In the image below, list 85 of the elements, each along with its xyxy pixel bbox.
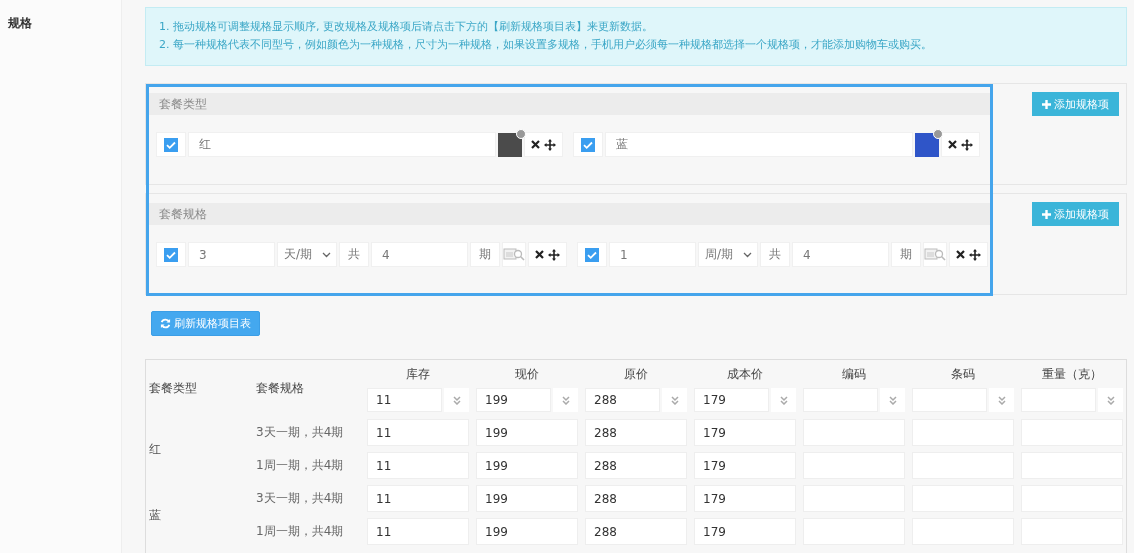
batch-fill-button[interactable] <box>553 388 578 412</box>
batch-input[interactable]: 288 <box>585 388 660 412</box>
double-caret-icon <box>997 395 1006 405</box>
value-input[interactable]: 288 <box>585 452 687 479</box>
delete-icon[interactable] <box>956 250 965 259</box>
batch-fill-button[interactable] <box>771 388 796 412</box>
double-caret-icon <box>561 395 570 405</box>
value-input[interactable]: 179 <box>694 518 796 545</box>
column-header: 套餐类型 <box>149 379 198 397</box>
batch-input[interactable]: 179 <box>694 388 769 412</box>
unit-select[interactable]: 天/期 <box>277 242 337 267</box>
spec-cell-text: 1周一期，共4期 <box>256 457 345 474</box>
value-input[interactable]: 179 <box>694 485 796 512</box>
batch-fill-button[interactable] <box>880 388 905 412</box>
column-header: 现价 <box>514 366 540 383</box>
photo-placeholder <box>498 132 522 157</box>
checkbox[interactable] <box>585 247 599 262</box>
value-input[interactable]: 11 <box>367 485 469 512</box>
prefix-label: 共 <box>760 242 790 267</box>
unit-select[interactable]: 周/期 <box>698 242 758 267</box>
spec-cell-text: 3天一期，共4期 <box>256 490 345 507</box>
spec-cell-text: 1周一期，共4期 <box>256 523 345 540</box>
refresh-icon <box>160 318 171 329</box>
period-count-input[interactable]: 4 <box>371 242 468 267</box>
move-icon[interactable] <box>969 248 981 261</box>
double-caret-icon <box>779 395 788 405</box>
checkbox[interactable] <box>581 137 595 152</box>
value-input[interactable]: 179 <box>694 452 796 479</box>
value-input[interactable]: 199 <box>476 518 578 545</box>
column-header: 条码 <box>950 366 976 383</box>
value-input[interactable]: 11 <box>367 518 469 545</box>
notice-text: 1. 拖动规格可调整规格显示顺序, 更改规格及规格项后请点击下方的【刷新规格项目表】来更新数据。 <box>159 19 654 35</box>
delete-icon[interactable] <box>535 250 544 259</box>
move-icon[interactable] <box>548 248 560 261</box>
section-label: 规格 <box>8 16 32 30</box>
value-input[interactable]: 288 <box>585 419 687 446</box>
suffix-label: 期 <box>891 242 921 267</box>
period-value-input[interactable]: 3 <box>188 242 275 267</box>
delete-icon[interactable] <box>948 140 957 149</box>
value-input[interactable]: 199 <box>476 452 578 479</box>
checkbox[interactable] <box>164 247 178 262</box>
period-value-input[interactable]: 1 <box>609 242 696 267</box>
column-header: 成本价 <box>726 366 764 383</box>
value-input[interactable]: 199 <box>476 419 578 446</box>
suffix-label: 期 <box>470 242 500 267</box>
caret-icon <box>743 251 752 258</box>
column-header: 编码 <box>841 366 867 383</box>
caret-icon <box>322 251 331 258</box>
value-input[interactable]: 199 <box>476 485 578 512</box>
move-icon[interactable] <box>961 138 973 151</box>
spec-item-input[interactable]: 红 <box>188 132 496 157</box>
prefix-label: 共 <box>339 242 369 267</box>
spec-cell-text: 3天一期，共4期 <box>256 424 345 441</box>
checkbox[interactable] <box>164 137 178 152</box>
batch-fill-button[interactable] <box>989 388 1014 412</box>
batch-fill-button[interactable] <box>662 388 687 412</box>
column-header: 套餐规格 <box>256 379 305 397</box>
value-input[interactable]: 288 <box>585 485 687 512</box>
batch-fill-button[interactable] <box>1098 388 1123 412</box>
value-input[interactable]: 11 <box>367 452 469 479</box>
batch-input[interactable]: 11 <box>367 388 442 412</box>
batch-fill-button[interactable] <box>444 388 469 412</box>
spec-item-input[interactable]: 蓝 <box>605 132 913 157</box>
double-caret-icon <box>670 395 679 405</box>
group-title: 套餐类型 <box>148 93 990 115</box>
batch-input[interactable]: 199 <box>476 388 551 412</box>
type-cell-text: 蓝 <box>149 506 162 524</box>
value-input[interactable]: 179 <box>694 419 796 446</box>
delete-icon[interactable] <box>531 140 540 149</box>
value-input[interactable]: 11 <box>367 419 469 446</box>
double-caret-icon <box>888 395 897 405</box>
notice-text: 2. 每一种规格代表不同型号，例如颜色为一种规格，尺寸为一种规格，如果设置多规格，手机用户必须每一种规格都选择一个规格项，才能添加购物车或购买。 <box>159 37 933 53</box>
plus-icon <box>1042 99 1051 109</box>
double-caret-icon <box>1106 395 1115 405</box>
double-caret-icon <box>452 395 461 405</box>
column-header: 原价 <box>623 366 649 383</box>
photo-placeholder <box>915 132 939 157</box>
period-count-input[interactable]: 4 <box>792 242 889 267</box>
move-icon[interactable] <box>544 138 556 151</box>
column-header: 重量（克） <box>1041 366 1103 383</box>
group-title: 套餐规格 <box>148 203 990 225</box>
value-input[interactable]: 288 <box>585 518 687 545</box>
column-header: 库存 <box>405 366 431 383</box>
plus-icon <box>1042 209 1051 219</box>
type-cell-text: 红 <box>149 440 162 458</box>
